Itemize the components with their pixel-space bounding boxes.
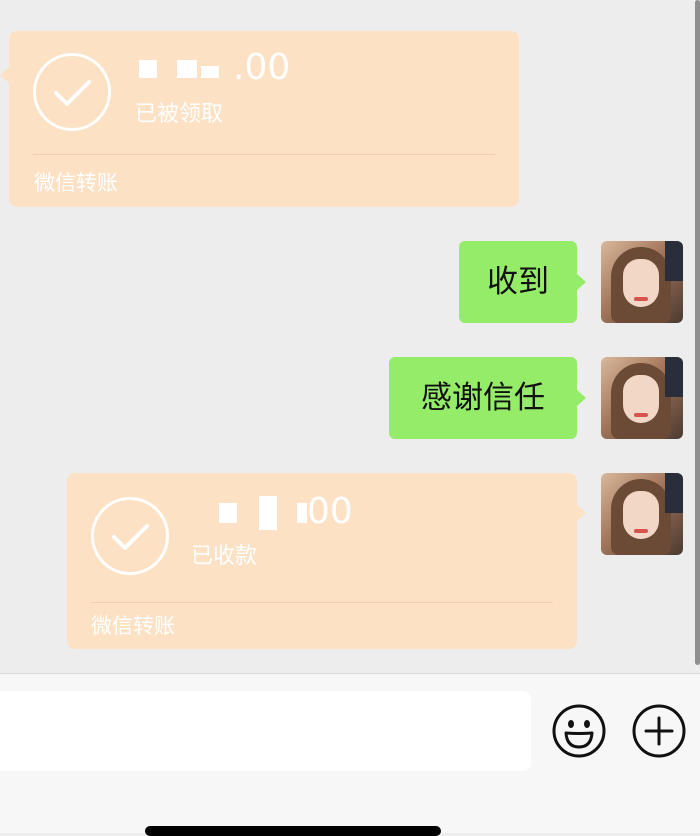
- amount-mask: [259, 496, 277, 530]
- transfer-card-sent[interactable]: 00 已收款 微信转账: [67, 473, 586, 649]
- amount-mask: [297, 503, 307, 523]
- avatar[interactable]: [601, 241, 683, 323]
- amount-suffix: .00: [233, 47, 291, 88]
- transfer-footer-label: 微信转账: [91, 614, 175, 638]
- amount-mask: [177, 60, 197, 78]
- input-bar: [0, 673, 700, 833]
- transfer-status: 已收款: [191, 544, 258, 569]
- message-text: 收到: [487, 264, 549, 300]
- transfer-divider: [33, 154, 495, 155]
- transfer-divider: [91, 602, 553, 603]
- bubble-tail: [577, 505, 586, 521]
- bubble-tail: [577, 274, 586, 290]
- transfer-card-received[interactable]: .00 已被领取 微信转账: [0, 31, 519, 207]
- message-bubble[interactable]: 感谢信任: [389, 357, 586, 439]
- check-circle-icon: [33, 53, 111, 131]
- check-circle-icon: [91, 497, 169, 575]
- message-input[interactable]: [0, 691, 531, 771]
- emoji-icon[interactable]: [551, 703, 607, 759]
- bubble-tail: [0, 67, 9, 83]
- message-bubble[interactable]: 收到: [459, 241, 586, 323]
- home-indicator: [145, 826, 441, 836]
- transfer-amount: .00: [139, 48, 290, 88]
- amount-mask: [139, 60, 157, 78]
- avatar[interactable]: [601, 473, 683, 555]
- scrollbar[interactable]: [695, 0, 700, 665]
- plus-icon[interactable]: [631, 703, 687, 759]
- amount-mask: [219, 503, 237, 523]
- transfer-status: 已被领取: [135, 102, 224, 127]
- amount-mask: [201, 66, 219, 78]
- avatar[interactable]: [601, 357, 683, 439]
- amount-suffix: 00: [307, 491, 353, 532]
- bubble-tail: [577, 390, 586, 406]
- chat-area[interactable]: .00 已被领取 微信转账 收到 感谢信任 00 已收款 微信转账: [0, 0, 700, 673]
- message-text: 感谢信任: [421, 380, 545, 416]
- transfer-amount: 00: [219, 492, 353, 532]
- transfer-footer-label: 微信转账: [34, 171, 118, 195]
